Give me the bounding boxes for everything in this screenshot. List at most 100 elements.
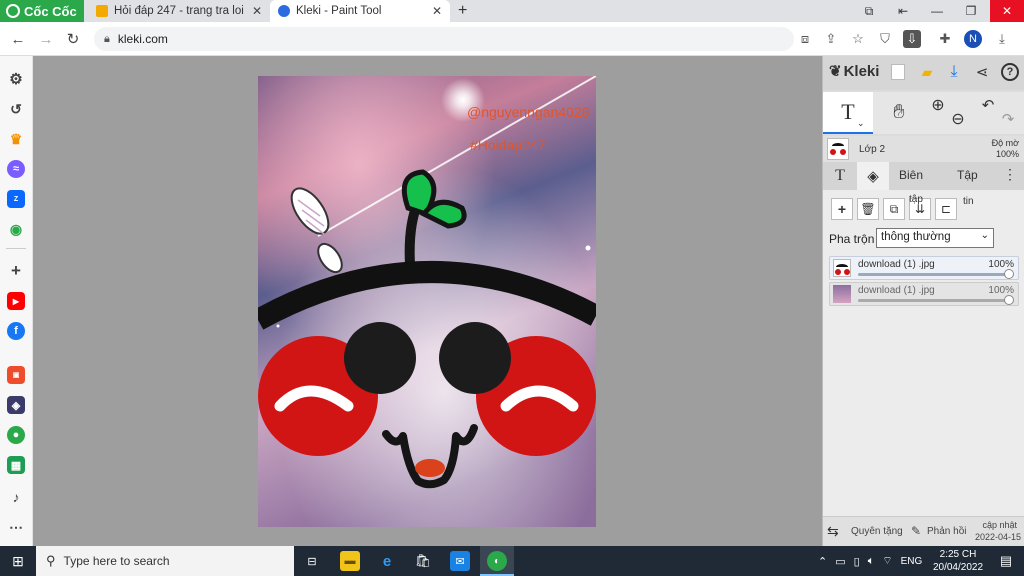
- tab-file[interactable]: Tập: [957, 168, 978, 182]
- drawing-svg: @nguyenngan4028 #Hoidap247: [258, 76, 596, 527]
- open-folder-icon[interactable]: ▰: [919, 64, 935, 80]
- bookmark-star-icon[interactable]: ☆: [849, 30, 867, 48]
- tab-kleki[interactable]: Kleki - Paint Tool ✕: [270, 0, 450, 22]
- tab-text-settings[interactable]: T: [827, 166, 853, 186]
- undo-icon[interactable]: ↶: [979, 96, 997, 114]
- kleki-logo[interactable]: ❦ Kleki: [829, 62, 879, 81]
- task-view-icon[interactable]: ⊟: [302, 551, 322, 571]
- crown-icon[interactable]: ♛: [7, 130, 25, 148]
- pin-icon[interactable]: ⇤: [886, 0, 920, 22]
- tab-title: Kleki - Paint Tool: [296, 5, 382, 17]
- download-manager-icon[interactable]: ⇩: [903, 30, 921, 48]
- new-tab-button[interactable]: +: [450, 0, 470, 22]
- zoom-in-icon[interactable]: ⊕: [929, 96, 947, 114]
- windows-taskbar: ⊞ ⚲ Type here to search ⊟ ▬ e 🛍︎ ✉︎ ◐ ⌃ …: [0, 546, 1024, 576]
- edge-icon[interactable]: e: [377, 551, 397, 571]
- shield-icon[interactable]: ⛉: [876, 30, 894, 48]
- store-icon[interactable]: 🛍︎: [413, 551, 433, 571]
- layer-row-2[interactable]: download (1) .jpg 100%: [829, 282, 1019, 306]
- youtube-icon[interactable]: ▶: [7, 292, 25, 310]
- file-explorer-icon[interactable]: ▬: [340, 551, 360, 571]
- minimize-icon[interactable]: —: [920, 0, 954, 22]
- coccoc-taskbar-button[interactable]: ◐: [480, 546, 514, 576]
- share-icon[interactable]: ⋖: [973, 62, 991, 82]
- layer-row-1[interactable]: download (1) .jpg 100%: [829, 256, 1019, 280]
- language-indicator[interactable]: ENG: [901, 556, 923, 567]
- windows-start-icon[interactable]: ⊞: [8, 551, 28, 571]
- zalo-icon[interactable]: Z: [7, 190, 25, 208]
- meet-now-icon[interactable]: ▭: [835, 555, 845, 568]
- kleki-logo-icon: ❦: [829, 63, 842, 80]
- slider-knob[interactable]: [1004, 295, 1014, 305]
- close-tab-icon[interactable]: ✕: [252, 4, 262, 18]
- layer-opacity-slider[interactable]: [858, 299, 1010, 302]
- mail-icon[interactable]: ✉︎: [450, 551, 470, 571]
- system-tray: ⌃ ▭ ▯ 🔈︎ ⌔ ENG: [818, 546, 922, 576]
- donate-link[interactable]: Quyên tặng: [851, 526, 903, 537]
- layer-opacity-slider[interactable]: [858, 273, 1010, 276]
- layer-name: Lớp 2: [859, 144, 886, 155]
- drawing-canvas[interactable]: @nguyenngan4028 #Hoidap247: [258, 76, 596, 527]
- coccoc-extension-icon[interactable]: ●: [7, 426, 25, 444]
- zoom-out-icon[interactable]: ⊖: [949, 110, 967, 128]
- wifi-icon[interactable]: ⌔: [882, 554, 892, 568]
- update-date[interactable]: 2022-04-15: [975, 532, 1021, 542]
- feedback-link[interactable]: Phản hồi: [927, 526, 966, 537]
- help-icon[interactable]: ?: [1001, 63, 1019, 81]
- duplicate-layer-button[interactable]: ⧉: [883, 198, 905, 220]
- taskbar-clock[interactable]: 2:25 CH 20/04/2022: [930, 548, 986, 574]
- notification-bell-icon[interactable]: ♪: [7, 488, 25, 506]
- share-icon[interactable]: ⇪: [822, 30, 840, 48]
- new-image-icon[interactable]: [891, 64, 905, 80]
- delete-layer-button[interactable]: 🗑︎: [857, 198, 879, 220]
- messenger-icon[interactable]: ≈: [7, 160, 25, 178]
- notification-center-icon[interactable]: ▤: [996, 551, 1016, 571]
- tab-more-icon[interactable]: ⋮: [1003, 166, 1017, 183]
- translate-icon[interactable]: ⧈: [796, 30, 814, 48]
- taskbar-search-box[interactable]: ⚲ Type here to search: [36, 546, 294, 576]
- search-icon: ⚲: [46, 553, 56, 568]
- coccoc-brand[interactable]: Cốc Cốc: [0, 0, 84, 22]
- history-icon[interactable]: ↺: [7, 100, 25, 118]
- download-icon[interactable]: ⤓: [993, 30, 1011, 48]
- tab-layers[interactable]: ◈: [857, 162, 889, 190]
- game-controller-icon[interactable]: ◉: [7, 220, 25, 238]
- reload-icon[interactable]: ↻: [63, 29, 83, 49]
- game-avatar-icon[interactable]: ◈: [7, 396, 25, 414]
- more-icon[interactable]: ⋯: [7, 518, 25, 536]
- profile-avatar[interactable]: N: [964, 30, 982, 48]
- close-tab-icon[interactable]: ✕: [432, 4, 442, 18]
- lock-icon: 🔒︎: [104, 32, 110, 45]
- facebook-icon[interactable]: f: [7, 322, 25, 340]
- address-field[interactable]: 🔒︎ kleki.com: [94, 27, 794, 51]
- settings-gear-icon[interactable]: ⚙: [7, 70, 25, 88]
- rename-layer-button[interactable]: ⊏: [935, 198, 957, 220]
- slider-knob[interactable]: [1004, 269, 1014, 279]
- panel-footer: ⇆ Quyên tặng ✎ Phản hồi cập nhật 2022-04…: [823, 516, 1024, 546]
- chevron-down-icon[interactable]: ⌄: [857, 118, 865, 129]
- tab-title: Hỏi đáp 247 - trang tra loi: [114, 5, 244, 17]
- add-icon[interactable]: +: [7, 261, 25, 280]
- swap-panel-icon[interactable]: ⇆: [827, 523, 839, 540]
- tab-edit[interactable]: Biên: [899, 168, 923, 182]
- screenshot-icon[interactable]: ⧉: [852, 0, 886, 22]
- blend-mode-select[interactable]: thông thường ⌄: [876, 228, 994, 248]
- extensions-icon[interactable]: ✚: [936, 30, 954, 48]
- forward-icon[interactable]: →: [36, 29, 56, 49]
- save-download-icon[interactable]: ⤓: [945, 62, 963, 82]
- sheet-icon[interactable]: ▦: [7, 456, 25, 474]
- back-icon[interactable]: ←: [8, 29, 28, 49]
- volume-icon[interactable]: 🔈︎: [868, 555, 875, 568]
- close-window-icon[interactable]: ✕: [990, 0, 1024, 22]
- tray-chevron-up-icon[interactable]: ⌃: [818, 555, 827, 568]
- shopee-icon[interactable]: ▣: [7, 366, 25, 384]
- hand-tool-icon[interactable]: ✋︎: [885, 98, 913, 126]
- add-layer-button[interactable]: +: [831, 198, 853, 220]
- restore-icon[interactable]: ❐: [954, 0, 988, 22]
- coccoc-logo-icon: [6, 4, 20, 18]
- redo-icon[interactable]: ↷: [999, 110, 1017, 128]
- text-tool-icon[interactable]: T: [823, 92, 873, 134]
- tab-hoidap[interactable]: Hỏi đáp 247 - trang tra loi ✕: [88, 0, 270, 22]
- browser-sidebar: ⚙ ↺ ♛ ≈ Z ◉ + ▶ f ▣ ◈ ● ▦ ♪ ⋯: [0, 56, 33, 546]
- battery-icon[interactable]: ▯: [854, 555, 860, 568]
